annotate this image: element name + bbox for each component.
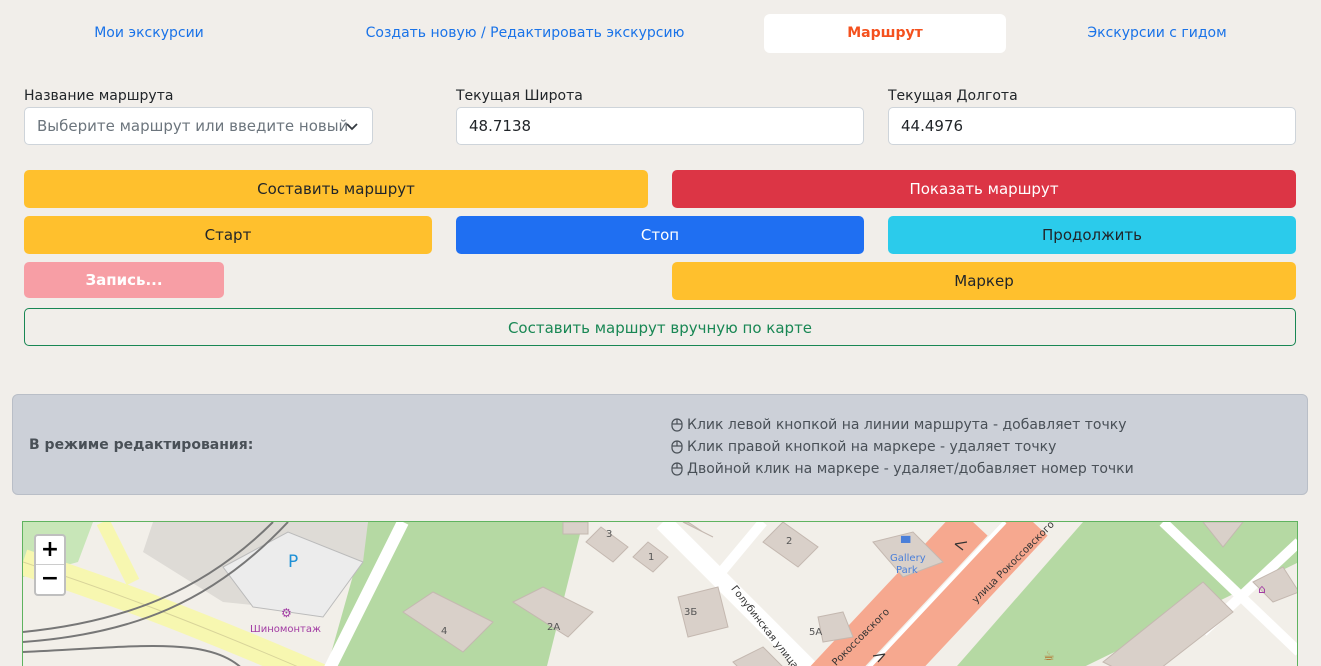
gallery-label-2: Park xyxy=(896,565,918,576)
edit-mode-info-panel: В режиме редактирования: Клик левой кноп… xyxy=(12,394,1308,495)
route-name-select[interactable]: Выберите маршрут или введите новый xyxy=(24,107,373,145)
mouse-icon xyxy=(671,418,683,432)
tab-create-edit[interactable]: Создать новую / Редактировать экскурсию xyxy=(330,14,720,53)
stop-button[interactable]: Стоп xyxy=(456,216,864,254)
build-route-button[interactable]: Составить маршрут xyxy=(24,170,648,208)
tire-shop-label: Шиномонтаж xyxy=(250,624,322,635)
house-number: 5А xyxy=(809,627,823,638)
route-name-placeholder: Выберите маршрут или введите новый xyxy=(37,117,349,135)
info-hint-text: Клик правой кнопкой на маркере - удаляет… xyxy=(687,439,1057,455)
start-button[interactable]: Старт xyxy=(24,216,432,254)
recording-button[interactable]: Запись... xyxy=(24,262,224,298)
house-number: 1 xyxy=(648,552,655,563)
gallery-label-1: Gallery xyxy=(890,553,926,564)
tire-shop-icon: ⚙ xyxy=(281,606,292,620)
manual-route-button[interactable]: Составить маршрут вручную по карте xyxy=(24,308,1296,346)
info-hint: Клик правой кнопкой на маркере - удаляет… xyxy=(671,436,1134,458)
bed-icon: ▀ xyxy=(901,536,911,550)
continue-button[interactable]: Продолжить xyxy=(888,216,1296,254)
info-hint: Клик левой кнопкой на линии маршрута - д… xyxy=(671,414,1134,436)
house-number: 3 xyxy=(606,529,613,540)
route-name-label: Название маршрута xyxy=(24,88,174,104)
cafe-icon: ☕ xyxy=(1043,649,1055,664)
lon-label: Текущая Долгота xyxy=(888,88,1018,104)
info-hint-text: Клик левой кнопкой на линии маршрута - д… xyxy=(687,417,1127,433)
show-route-button[interactable]: Показать маршрут xyxy=(672,170,1296,208)
marker-button[interactable]: Маркер xyxy=(672,262,1296,300)
info-hint-text: Двойной клик на маркере - удаляет/добавл… xyxy=(687,461,1134,477)
shop-icon: ⌂ xyxy=(1258,582,1266,596)
map-tiles[interactable] xyxy=(23,522,1298,666)
lat-input[interactable]: 48.7138 xyxy=(456,107,864,145)
info-title: В режиме редактирования: xyxy=(29,437,254,453)
mouse-icon xyxy=(671,462,683,476)
lon-input[interactable]: 44.4976 xyxy=(888,107,1296,145)
parking-label: P xyxy=(288,552,299,572)
zoom-in-button[interactable]: + xyxy=(36,536,64,565)
tab-route[interactable]: Маршрут xyxy=(764,14,1006,53)
tab-guided-excursions[interactable]: Экскурсии с гидом xyxy=(1036,14,1278,53)
house-number: 4 xyxy=(441,626,448,637)
mouse-icon xyxy=(671,440,683,454)
house-number: 2А xyxy=(547,622,561,633)
info-hint: Двойной клик на маркере - удаляет/добавл… xyxy=(671,458,1134,480)
house-number: 2 xyxy=(786,536,793,547)
tab-my-excursions[interactable]: Мои экскурсии xyxy=(28,14,270,53)
tab-bar: Мои экскурсии Создать новую / Редактиров… xyxy=(0,14,1321,53)
house-number: 3Б xyxy=(684,607,698,618)
zoom-control: + − xyxy=(34,534,66,596)
map-view[interactable]: P ⚙ Шиномонтаж ▀ Gallery Park ⌂ ☕ улица … xyxy=(22,521,1298,666)
chevron-down-icon xyxy=(346,123,358,131)
building xyxy=(817,611,854,643)
lat-label: Текущая Широта xyxy=(456,88,583,104)
zoom-out-button[interactable]: − xyxy=(36,565,64,594)
info-hints-list: Клик левой кнопкой на линии маршрута - д… xyxy=(671,414,1134,480)
